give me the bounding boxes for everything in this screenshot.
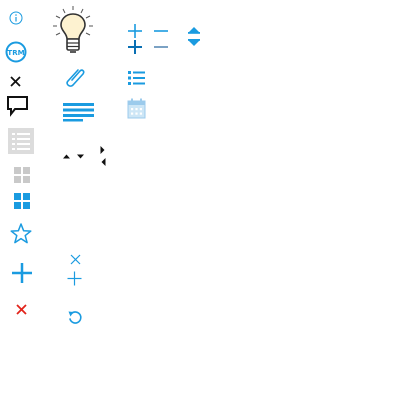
- trm-badge-label: TRM: [7, 49, 24, 57]
- delete-icon[interactable]: [16, 304, 27, 315]
- list-view-icon[interactable]: [8, 128, 34, 154]
- calendar-icon[interactable]: [127, 98, 146, 119]
- trm-badge-icon[interactable]: TRM: [5, 41, 27, 63]
- add-small-icon[interactable]: [67, 271, 82, 286]
- lightbulb-icon[interactable]: [52, 5, 94, 55]
- undo-icon[interactable]: [67, 310, 83, 326]
- grid-view-active-icon[interactable]: [14, 193, 30, 209]
- info-icon[interactable]: [9, 11, 23, 25]
- bulleted-list-icon[interactable]: [128, 70, 145, 86]
- comment-icon[interactable]: [7, 96, 29, 117]
- align-text-icon[interactable]: [63, 102, 94, 122]
- favorite-star-icon[interactable]: [10, 223, 32, 244]
- spinner-arrows-icon[interactable]: [187, 26, 201, 48]
- remove-small-icon[interactable]: [70, 254, 81, 265]
- close-icon[interactable]: [10, 76, 21, 87]
- attachment-icon[interactable]: [63, 66, 87, 88]
- collapse-all-icon[interactable]: [127, 40, 169, 56]
- add-icon[interactable]: [12, 263, 32, 283]
- sort-arrows-icon[interactable]: [63, 152, 85, 160]
- grid-view-icon[interactable]: [14, 167, 30, 183]
- expand-arrows-icon[interactable]: [99, 145, 107, 167]
